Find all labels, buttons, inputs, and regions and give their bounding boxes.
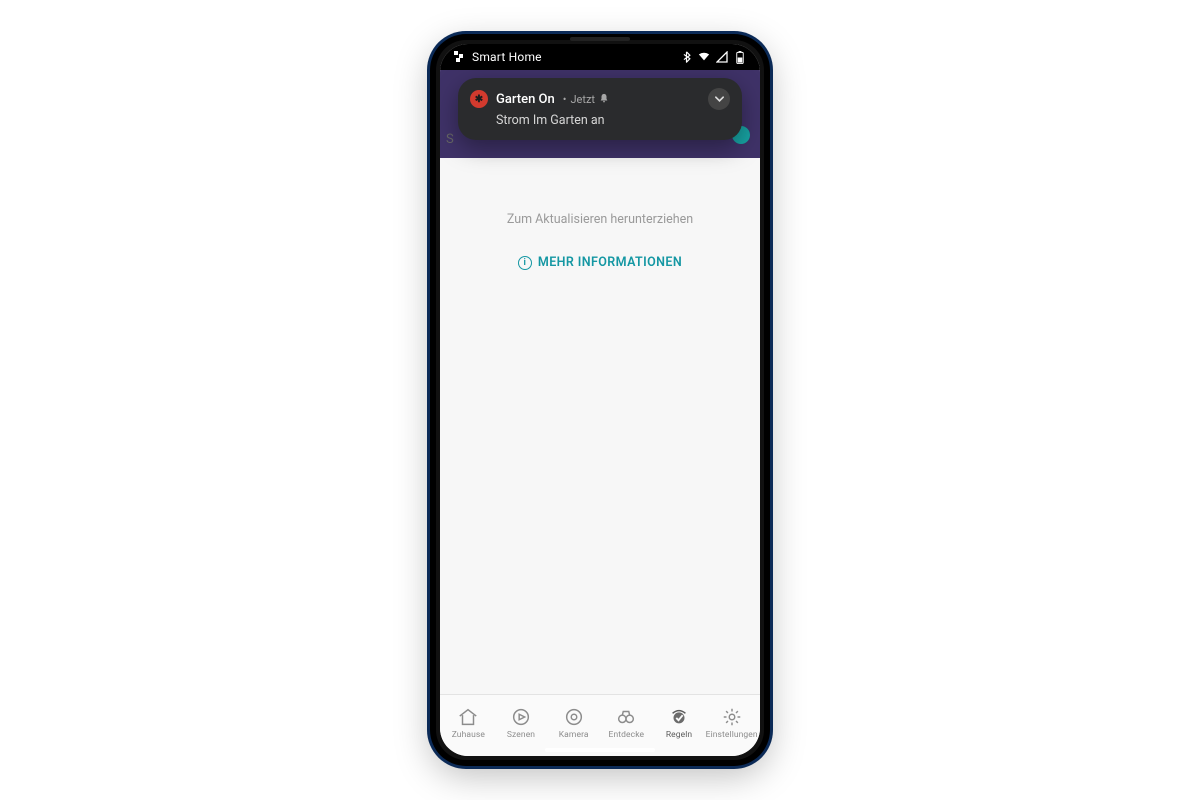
bottom-nav: Zuhause Szenen Kamera (440, 694, 760, 756)
notification-meta: • Jetzt (563, 93, 609, 106)
camera-icon (563, 706, 585, 728)
tab-zuhause[interactable]: Zuhause (442, 706, 495, 740)
cell-signal-icon (716, 51, 728, 63)
tab-entdecke[interactable]: Entdecke (600, 706, 653, 740)
wifi-icon (698, 51, 710, 63)
binoculars-icon (615, 706, 637, 728)
header-hidden-text: S (446, 132, 454, 147)
tab-label: Einstellungen (706, 730, 758, 740)
notification-header: ✱ Garten On • Jetzt (470, 88, 730, 110)
status-bar-left: Smart Home (454, 50, 542, 64)
rules-icon (668, 706, 690, 728)
tab-szenen[interactable]: Szenen (495, 706, 548, 740)
status-bar-app-label: Smart Home (472, 50, 542, 64)
more-info-label: MEHR INFORMATIONEN (538, 255, 682, 270)
info-icon: i (518, 256, 532, 270)
notification-expand-button[interactable] (708, 88, 730, 110)
tab-label: Entdecke (609, 730, 645, 740)
play-circle-icon (510, 706, 532, 728)
status-bar: Smart Home (440, 44, 760, 70)
tab-label: Kamera (559, 730, 589, 740)
battery-icon (734, 51, 746, 63)
tab-kamera[interactable]: Kamera (547, 706, 600, 740)
more-info-link[interactable]: i MEHR INFORMATIONEN (518, 255, 682, 270)
notification-title: Garten On (496, 92, 555, 107)
main-content: Zum Aktualisieren herunterziehen i MEHR … (440, 158, 760, 694)
notification-app-icon: ✱ (470, 90, 488, 108)
home-icon (457, 706, 479, 728)
pull-to-refresh-hint: Zum Aktualisieren herunterziehen (507, 212, 693, 227)
gear-icon (721, 706, 743, 728)
bluetooth-icon (680, 51, 692, 63)
notification-body: Strom Im Garten an (496, 113, 730, 128)
tab-label: Zuhause (452, 730, 485, 740)
speaker-grille (570, 37, 630, 41)
tab-label: Szenen (507, 730, 535, 740)
home-indicator[interactable] (545, 748, 655, 752)
tab-label: Regeln (666, 730, 692, 740)
app-logo-icon (454, 51, 466, 63)
notification-time: Jetzt (570, 93, 595, 106)
tab-regeln[interactable]: Regeln (653, 706, 706, 740)
tab-einstellungen[interactable]: Einstellungen (705, 706, 758, 740)
stage: Smart Home (0, 0, 1200, 800)
phone-frame: Smart Home (430, 34, 770, 766)
status-bar-right (680, 51, 746, 63)
notification-card[interactable]: ✱ Garten On • Jetzt Strom Im Garten an (458, 78, 742, 140)
screen: Smart Home (440, 44, 760, 756)
bell-icon (599, 93, 609, 106)
